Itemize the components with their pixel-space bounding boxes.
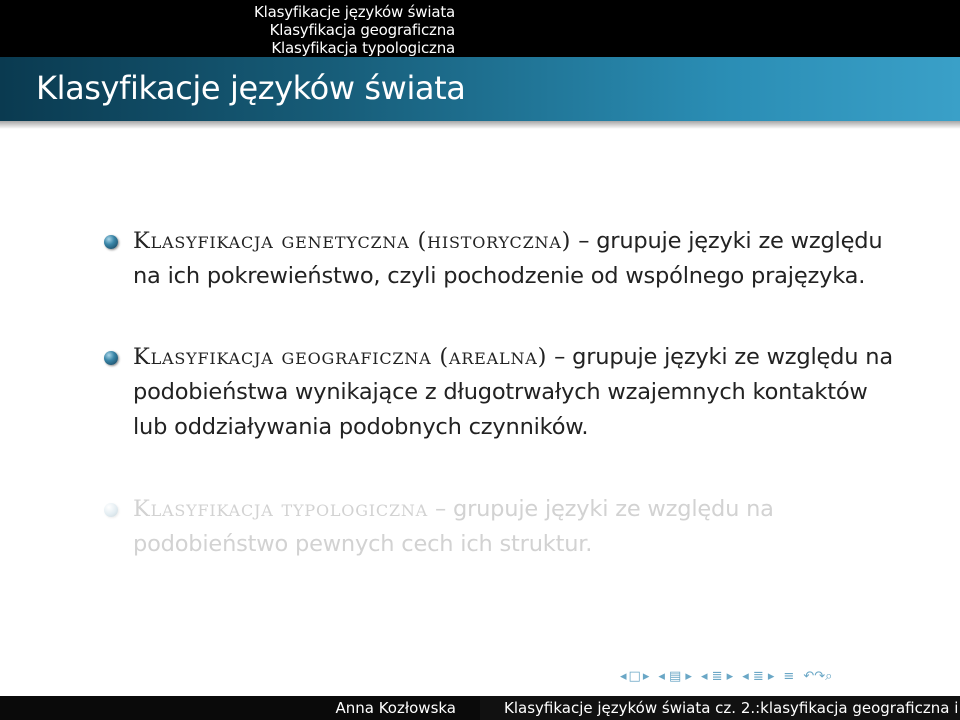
- term-genetyczna: Klasyfikacja genetyczna (historyczna): [133, 228, 572, 254]
- subsection2-nav-icon[interactable]: ◂ ≣ ▸: [742, 668, 774, 686]
- search-icon[interactable]: ↶↷⌕: [803, 668, 832, 686]
- term-typologiczna: Klasyfikacja typologiczna: [133, 496, 429, 522]
- bullet-ball-icon: [104, 235, 118, 249]
- section-link-klasyfikacje[interactable]: Klasyfikacje języków świata: [254, 3, 455, 21]
- section-link-typologiczna[interactable]: Klasyfikacja typologiczna: [271, 39, 455, 57]
- next-frame-icon[interactable]: ▸: [643, 668, 650, 686]
- item-body-start: – grupuje: [547, 344, 658, 370]
- item-body-start: – grupuje: [571, 228, 682, 254]
- section-link-geograficzna[interactable]: Klasyfikacja geograficzna: [270, 21, 456, 39]
- footer: Anna Kozłowska Klasyfikacje języków świa…: [0, 696, 960, 720]
- footer-author-box: Anna Kozłowska: [0, 696, 480, 720]
- list-item-text: Klasyfikacja typologiczna – grupuje języ…: [133, 492, 893, 562]
- bullet-ball-icon: [104, 351, 118, 365]
- navigation-symbols: ◂ □ ▸ ◂ ▤ ▸ ◂ ≣ ▸ ◂ ≣ ▸ ≡ ↶↷⌕: [620, 667, 832, 687]
- frame-nav: ◂ □ ▸: [620, 668, 649, 686]
- item-body-start: – grupuje języki ze względu: [428, 496, 740, 522]
- frame-title: Klasyfikacje języków świata: [36, 69, 466, 107]
- frame-title-bar: Klasyfikacje języków świata: [0, 57, 960, 129]
- footer-title: Klasyfikacje języków świata cz. 2.:klasy…: [504, 699, 960, 717]
- bullet-ball-icon: [104, 503, 118, 517]
- section-links: Klasyfikacje języków świata Klasyfikacja…: [254, 3, 455, 57]
- footer-author: Anna Kozłowska: [335, 699, 456, 717]
- subsection-nav-icon[interactable]: ◂ ▤ ▸: [658, 668, 692, 686]
- list-item-text: Klasyfikacja geograficzna (arealna) – gr…: [133, 340, 893, 445]
- top-navigation-bar: Klasyfikacje języków świata Klasyfikacja…: [0, 0, 960, 57]
- term-geograficzna: Klasyfikacja geograficzna (arealna): [133, 344, 548, 370]
- align-icon[interactable]: ≡: [783, 668, 794, 686]
- footer-title-box: Klasyfikacje języków świata cz. 2.:klasy…: [480, 696, 960, 720]
- section-nav-icon[interactable]: ◂ ≣ ▸: [701, 668, 733, 686]
- prev-frame-icon[interactable]: ◂: [620, 668, 627, 686]
- list-item-text: Klasyfikacja genetyczna (historyczna) – …: [133, 224, 893, 294]
- frame-icon[interactable]: □: [629, 668, 641, 686]
